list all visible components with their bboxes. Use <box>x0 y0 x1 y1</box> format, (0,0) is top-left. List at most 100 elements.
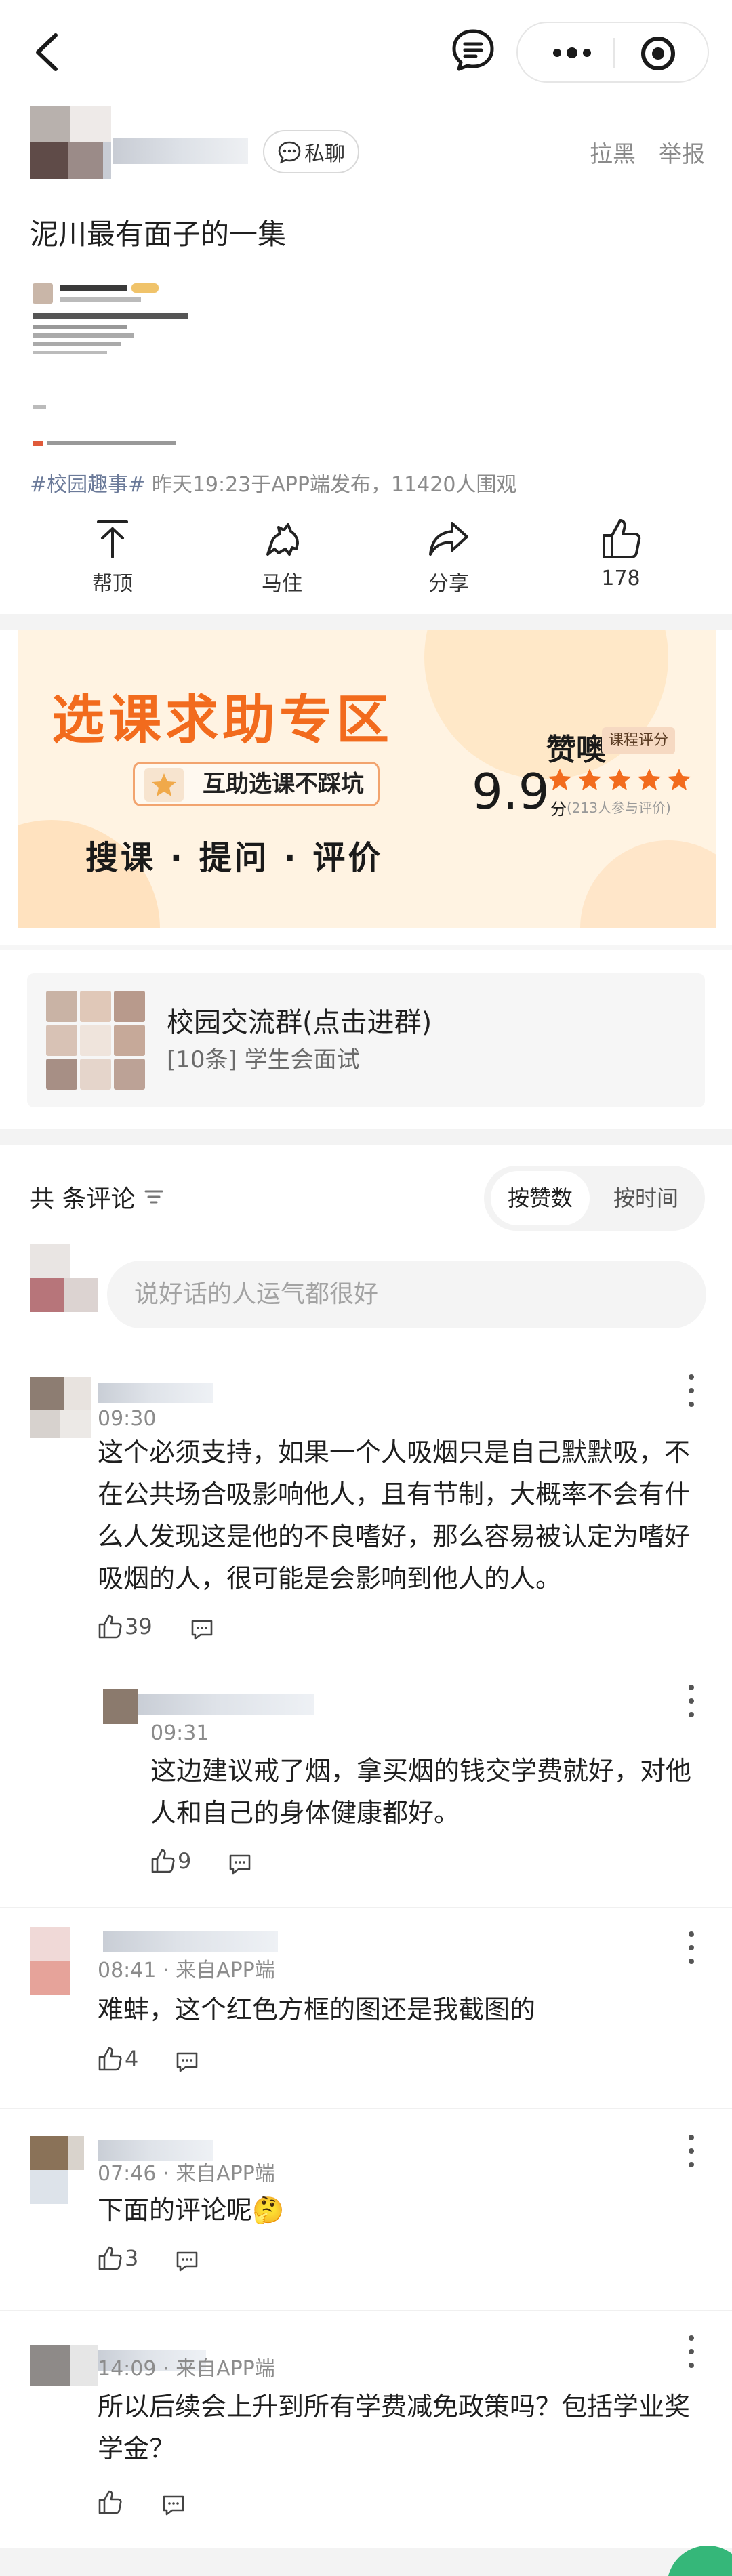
brand-name: 赞噢 <box>546 733 606 767</box>
comment-divider <box>0 2310 732 2311</box>
report-link[interactable]: 举报 <box>659 136 705 169</box>
group-chat-card[interactable]: 校园交流群(点击进群) [10条] 学生会面试 <box>27 973 705 1107</box>
more-vertical-icon[interactable] <box>685 2131 698 2171</box>
horse-icon <box>266 523 299 556</box>
like-count: 9 <box>178 1848 192 1874</box>
arrow-up-top-icon <box>97 520 128 558</box>
chat-bubble-icon <box>278 141 301 164</box>
like-count: 3 <box>125 2245 139 2271</box>
rating-badge: 课程评分 <box>602 727 676 754</box>
avatar[interactable] <box>30 1377 91 1438</box>
reply-icon[interactable] <box>174 2247 201 2274</box>
comment-text: 下面的评论呢🤔 <box>98 2195 285 2225</box>
more-vertical-icon[interactable] <box>685 1927 698 1968</box>
thumbs-up-icon <box>151 1849 175 1873</box>
message-list-icon[interactable] <box>449 26 497 75</box>
block-link[interactable]: 拉黑 <box>590 136 636 169</box>
page-footer-gap <box>0 2548 732 2576</box>
mini-program-capsule <box>516 22 709 83</box>
avatar[interactable] <box>30 2345 98 2386</box>
section-gap <box>0 1129 732 1145</box>
post-time-views: 昨天19:23于APP端发布，11420人围观 <box>145 473 517 497</box>
reply-icon[interactable] <box>188 1616 216 1643</box>
section-gap <box>0 945 732 950</box>
comment-time: 08:41 · 来自APP端 <box>98 1959 275 1982</box>
comment-time: 09:31 <box>150 1721 209 1745</box>
group-latest: [10条] 学生会面试 <box>167 1046 360 1074</box>
target-icon[interactable] <box>640 35 676 72</box>
comments-count-title: 共 条评论 <box>30 1185 136 1213</box>
banner-slogan: 搜课 · 提问 · 评价 <box>85 839 384 877</box>
my-avatar <box>30 1244 98 1312</box>
chevron-left-icon[interactable] <box>27 28 68 76</box>
more-vertical-icon[interactable] <box>685 1370 698 1411</box>
reply-icon[interactable] <box>160 2491 187 2518</box>
share-label: 分享 <box>428 572 469 596</box>
reply-icon[interactable] <box>174 2048 201 2075</box>
comment-input[interactable]: 说好话的人运气都很好 <box>107 1261 706 1328</box>
comment-text: 这边建议戒了烟，拿买烟的钱交学费就好，对他人和自己的身体健康都好。 <box>150 1756 692 1828</box>
share-button[interactable]: 分享 <box>401 515 496 596</box>
author-name-blurred[interactable] <box>113 138 248 164</box>
bookmark-label: 马住 <box>262 572 302 596</box>
username-blurred[interactable] <box>138 1694 314 1715</box>
thumbs-up-icon <box>98 2246 122 2270</box>
more-vertical-icon[interactable] <box>685 2331 698 2372</box>
reply-icon[interactable] <box>226 1850 253 1877</box>
comment-like-button[interactable]: 4 <box>96 2045 138 2072</box>
comments-header: 共 条评论 <box>30 1179 166 1214</box>
comment-text: 这个必须支持，如果一个人吸烟只是自己默默吸，不在公共场合吸影响他人，且有节制，大… <box>98 1437 691 1593</box>
course-ad-banner[interactable]: 选课求助专区 互助选课不踩坑 搜课 · 提问 · 评价 赞噢 课程评分 9.9 … <box>18 630 716 928</box>
rating-unit: 分 <box>550 800 567 819</box>
top-bar <box>0 0 732 102</box>
comment-time: 14:09 · 来自APP端 <box>98 2357 275 2381</box>
username-blurred[interactable] <box>98 1383 213 1403</box>
banner-title: 选课求助专区 <box>52 690 394 751</box>
like-count: 178 <box>601 567 640 590</box>
avatar[interactable] <box>30 1927 70 1995</box>
comment-time: 09:30 <box>98 1407 157 1431</box>
like-button[interactable]: 178 <box>573 515 668 590</box>
post-image[interactable] <box>30 277 199 453</box>
comment-divider <box>0 2108 732 2109</box>
comment-text: 难蚌，这个红色方框的图还是我截图的 <box>98 1995 536 2024</box>
group-avatar-grid <box>46 991 145 1090</box>
sort-toggle: 按赞数 按时间 <box>484 1166 705 1231</box>
banner-decor <box>580 840 716 928</box>
private-chat-button[interactable]: 私聊 <box>263 130 359 173</box>
group-name: 校园交流群(点击进群) <box>167 1007 432 1038</box>
comment-like-button[interactable]: 39 <box>96 1613 152 1640</box>
bump-button[interactable]: 帮顶 <box>65 515 160 596</box>
post-title: 泥川最有面子的一集 <box>30 218 287 251</box>
ellipsis-icon[interactable] <box>545 39 599 66</box>
topic-tag[interactable]: #校园趣事# <box>30 473 145 497</box>
avatar[interactable] <box>30 2136 84 2204</box>
bookmark-button[interactable]: 马住 <box>235 515 329 596</box>
comment-like-button[interactable]: 3 <box>96 2245 138 2272</box>
section-gap <box>0 614 732 630</box>
share-arrow-icon <box>429 522 468 556</box>
thumbs-up-icon <box>98 1614 122 1639</box>
comment-like-button[interactable] <box>96 2489 125 2516</box>
banner-subtitle-box: 互助选课不踩坑 <box>133 762 380 806</box>
avatar[interactable] <box>30 106 111 179</box>
thumbs-up-icon <box>603 519 641 558</box>
thumbs-up-icon <box>98 2047 122 2071</box>
sort-by-likes-tab[interactable]: 按赞数 <box>491 1171 590 1225</box>
author-actions: 拉黑 举报 <box>590 136 705 169</box>
comment-text: 所以后续会上升到所有学费减免政策吗？包括学业奖学金？ <box>98 2392 691 2463</box>
like-count: 39 <box>125 1614 152 1639</box>
sort-by-time-tab[interactable]: 按时间 <box>596 1171 695 1225</box>
post-actions: 帮顶 马住 分享 178 <box>0 508 732 603</box>
username-blurred[interactable] <box>103 1931 278 1952</box>
filter-icon[interactable] <box>142 1185 166 1209</box>
avatar[interactable] <box>103 1689 138 1724</box>
star-icon <box>144 768 184 802</box>
thumbs-up-icon <box>98 2490 122 2514</box>
post-meta: #校园趣事# 昨天19:23于APP端发布，11420人围观 <box>30 468 516 497</box>
rating-people: (213人参与评价) <box>567 800 671 816</box>
bump-label: 帮顶 <box>92 572 133 596</box>
more-vertical-icon[interactable] <box>685 1681 698 1721</box>
like-count: 4 <box>125 2046 139 2072</box>
comment-like-button[interactable]: 9 <box>149 1847 191 1875</box>
